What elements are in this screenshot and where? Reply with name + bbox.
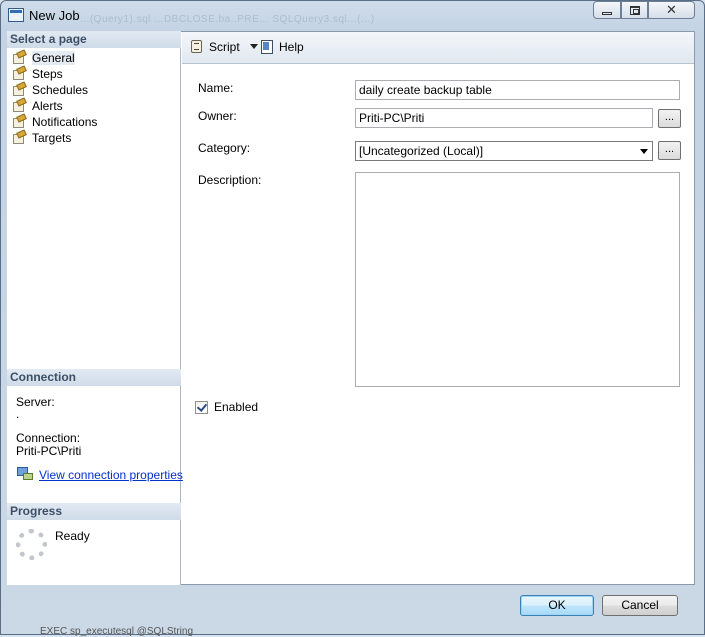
name-label: Name:	[198, 81, 234, 95]
chevron-down-icon[interactable]	[249, 44, 258, 49]
nav-item-schedules[interactable]: Schedules	[11, 82, 88, 98]
category-selected-value: [Uncategorized (Local)]	[359, 144, 484, 158]
nav-item-notifications[interactable]: Notifications	[11, 114, 97, 130]
script-icon	[190, 39, 204, 54]
server-value: .	[16, 407, 20, 421]
help-icon	[260, 39, 274, 54]
nav-item-alerts[interactable]: Alerts	[11, 98, 63, 114]
script-label: Script	[209, 39, 240, 54]
nav-item-label: Targets	[32, 131, 72, 145]
page-wrench-icon	[11, 51, 27, 65]
script-button[interactable]: Script	[190, 39, 258, 54]
window-app-icon	[8, 8, 24, 22]
enabled-checkbox[interactable]	[195, 401, 208, 414]
category-select[interactable]: [Uncategorized (Local)]	[355, 141, 653, 161]
connection-heading: Connection	[7, 369, 181, 386]
nav-item-label: Notifications	[32, 115, 98, 129]
page-wrench-icon	[11, 83, 27, 97]
nav-item-label: Schedules	[32, 83, 89, 97]
connection-properties-icon	[17, 467, 33, 481]
page-wrench-icon	[11, 115, 27, 129]
close-button[interactable]: ✕	[648, 1, 695, 19]
category-browse-button[interactable]: ...	[658, 141, 681, 160]
background-tabs-text: ...(Query1).sql ...DBCLOSE.ba..PRE... SQ…	[80, 14, 375, 25]
server-label: Server:	[16, 395, 55, 409]
page-wrench-icon	[11, 131, 27, 145]
title-bar[interactable]: New Job ...(Query1).sql ...DBCLOSE.ba..P…	[0, 0, 705, 30]
nav-item-label: General	[32, 51, 75, 65]
cancel-button[interactable]: Cancel	[602, 595, 678, 616]
help-button[interactable]: Help	[260, 39, 304, 54]
category-label: Category:	[198, 141, 251, 155]
owner-label: Owner:	[198, 109, 237, 123]
close-icon: ✕	[666, 2, 677, 18]
connection-value: Priti-PC\Priti	[16, 444, 82, 458]
progress-spinner-icon	[16, 529, 47, 560]
nav-item-label: Steps	[32, 67, 63, 81]
help-label: Help	[279, 39, 304, 54]
minimize-button[interactable]	[593, 1, 621, 19]
select-page-heading: Select a page	[7, 31, 181, 48]
enabled-label: Enabled	[214, 400, 259, 414]
description-field[interactable]	[355, 172, 680, 387]
page-wrench-icon	[11, 99, 27, 113]
page-wrench-icon	[11, 67, 27, 81]
owner-field[interactable]: Priti-PC\Priti	[355, 108, 653, 128]
nav-item-steps[interactable]: Steps	[11, 66, 63, 82]
nav-item-targets[interactable]: Targets	[11, 130, 71, 146]
chevron-down-icon[interactable]	[640, 149, 648, 154]
window-controls: ✕	[593, 1, 695, 20]
maximize-button[interactable]	[621, 1, 648, 19]
toolbar: Script Help	[182, 32, 694, 64]
background-editor-text: EXEC sp_executesql @SQLString	[40, 626, 194, 637]
maximize-icon	[629, 5, 640, 15]
left-panel: Select a page General Steps Schedules Al…	[7, 31, 181, 585]
connection-label: Connection:	[16, 431, 81, 445]
description-label: Description:	[198, 173, 262, 187]
nav-item-general[interactable]: General	[11, 50, 75, 66]
progress-status: Ready	[55, 529, 90, 543]
minimize-icon	[602, 11, 612, 15]
owner-browse-button[interactable]: ...	[658, 109, 681, 128]
window-title: New Job	[29, 8, 80, 23]
nav-item-label: Alerts	[32, 99, 63, 113]
name-field[interactable]: daily create backup table	[355, 80, 680, 100]
ok-button[interactable]: OK	[520, 595, 594, 616]
view-connection-properties-link[interactable]: View connection properties	[39, 468, 183, 482]
progress-heading: Progress	[7, 503, 181, 520]
